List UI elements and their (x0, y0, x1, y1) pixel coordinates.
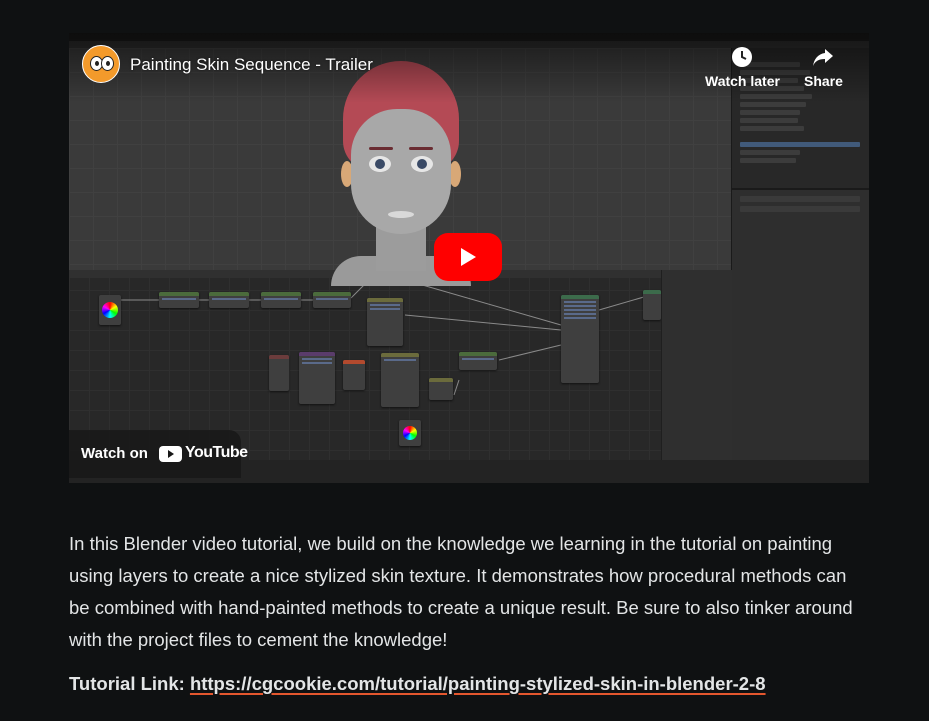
node (459, 352, 497, 370)
node (313, 292, 351, 308)
tutorial-link-label: Tutorial Link: (69, 673, 185, 694)
tutorial-link[interactable]: https://cgcookie.com/tutorial/painting-s… (190, 673, 766, 694)
channel-avatar[interactable] (82, 45, 120, 83)
node (159, 292, 199, 308)
blender-properties-panel (731, 188, 869, 462)
share-label: Share (804, 73, 843, 89)
lips (388, 211, 414, 218)
watch-later-button[interactable]: Watch later (705, 45, 780, 89)
video-title[interactable]: Painting Skin Sequence - Trailer (130, 55, 373, 75)
watch-later-label: Watch later (705, 73, 780, 89)
play-button[interactable] (434, 233, 502, 281)
tutorial-link-line: Tutorial Link: https://cgcookie.com/tuto… (69, 673, 766, 695)
brow (369, 147, 393, 150)
youtube-wordmark: YouTube (185, 444, 248, 461)
watch-on-youtube-button[interactable]: Watch on YouTube (69, 430, 248, 478)
principled-bsdf-node (561, 295, 599, 383)
share-arrow-icon (811, 45, 835, 69)
node (367, 298, 403, 346)
node (381, 353, 419, 407)
blender-node-sidepanel (661, 270, 732, 460)
eye (411, 156, 433, 172)
node (269, 355, 289, 391)
node (299, 352, 335, 404)
tutorial-description: In this Blender video tutorial, we build… (69, 533, 853, 650)
node (343, 360, 365, 390)
node (643, 290, 661, 320)
color-node-2 (399, 420, 421, 446)
node (261, 292, 301, 308)
watch-on-label: Watch on (81, 445, 148, 462)
play-icon (461, 248, 476, 266)
brow (409, 147, 433, 150)
youtube-embed[interactable]: Painting Skin Sequence - Trailer Watch l… (69, 33, 869, 483)
eye (369, 156, 391, 172)
share-button[interactable]: Share (804, 45, 843, 89)
youtube-logo-icon (159, 446, 182, 462)
clock-icon (730, 45, 754, 69)
node (429, 378, 453, 400)
color-node (99, 295, 121, 325)
node (209, 292, 249, 308)
